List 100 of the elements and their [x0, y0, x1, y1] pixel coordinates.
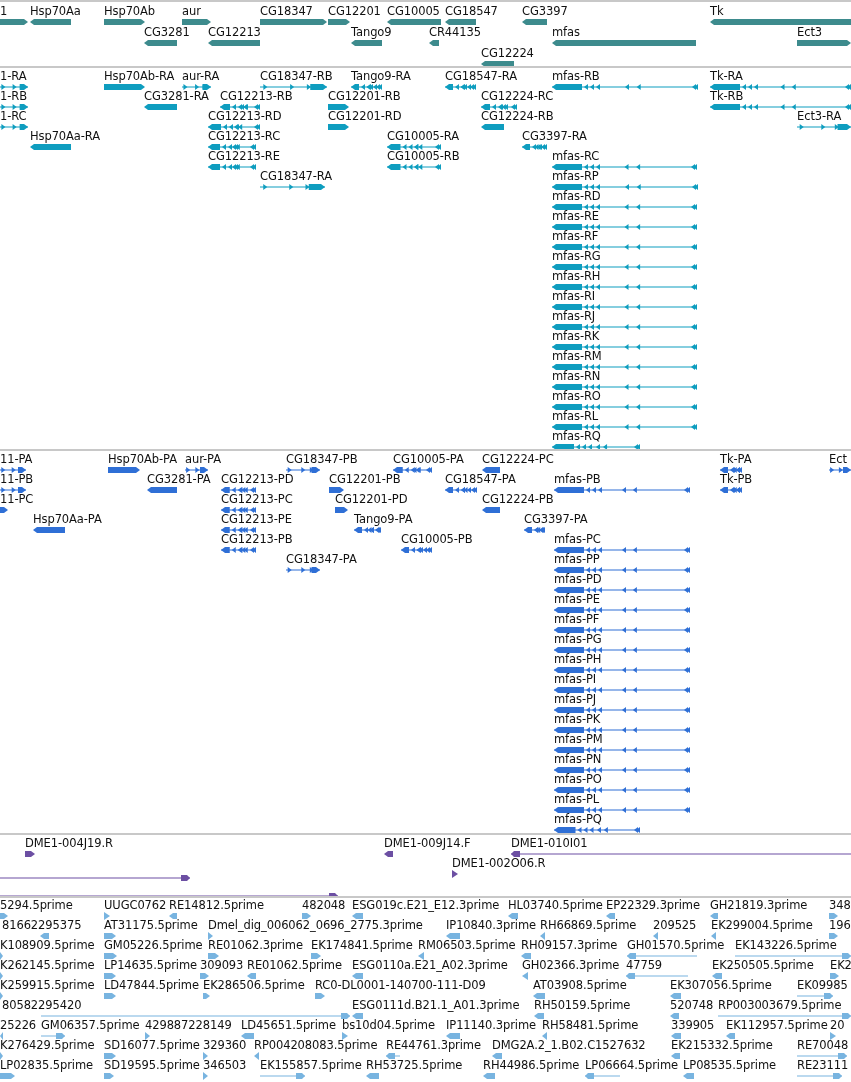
feature-label: CG12213-RC	[208, 130, 281, 143]
feature-label: mfas-PP	[554, 553, 600, 566]
feature-label: CG12213-PD	[221, 473, 294, 486]
feature-label: ESG0111d.B21.1_A01.3prime	[352, 999, 520, 1012]
feature-label: GM05226.5prime	[104, 939, 203, 952]
feature-label: Dmel_dig_006062_0696_2775.3prime	[208, 919, 423, 932]
feature-label: mfas-RB	[552, 70, 600, 83]
feature-label: 47759	[626, 959, 663, 972]
feature-label: RP003003679.5prime	[718, 999, 842, 1012]
feature-label: RH66869.5prime	[540, 919, 637, 932]
feature-label: RE70048	[797, 1039, 849, 1052]
feature-label: DME1-010I01	[511, 837, 588, 850]
feature-label: RH09157.3prime	[521, 939, 618, 952]
feature-label: mfas-PO	[554, 773, 602, 786]
feature-label: EK250505.5prime	[712, 959, 814, 972]
feature-label: 25226	[0, 1019, 37, 1032]
feature-label: 1-RA	[0, 70, 27, 83]
feature-label: mfas-RI	[552, 290, 596, 303]
feature-label: CG12213-RB	[220, 90, 293, 103]
feature-label: 348	[829, 899, 851, 912]
feature-label: EK09985	[797, 979, 848, 992]
feature-label: RE23111	[797, 1059, 849, 1072]
feature-label: GH01570.5prime	[627, 939, 725, 952]
feature-label: LD47844.5prime	[104, 979, 199, 992]
feature-label: CG3397-RA	[522, 130, 587, 143]
feature-label: aur-RA	[182, 70, 220, 83]
feature-label: mfas-RO	[552, 390, 601, 403]
feature-label: CG12201-PD	[335, 493, 408, 506]
feature-label: mfas-RC	[552, 150, 600, 163]
feature-label: mfas	[552, 26, 580, 39]
feature-label: mfas-RH	[552, 270, 601, 283]
feature-label: DME1-009J14.F	[384, 837, 471, 850]
feature-label: CG12213-PB	[221, 533, 293, 546]
feature-label: RH58481.5prime	[542, 1019, 639, 1032]
feature-label: mfas-RJ	[552, 310, 596, 323]
feature-label: 309093	[200, 959, 244, 972]
feature-label: CG12201-RB	[328, 90, 401, 103]
feature-label: Ect3-RA	[797, 110, 842, 123]
feature-label: EK112957.5prime	[726, 1019, 828, 1032]
feature-label: Tk	[710, 5, 724, 18]
feature-label: LP08535.5prime	[683, 1059, 776, 1072]
feature-label: mfas-RM	[552, 350, 602, 363]
feature-label: DMG2A.2_1.B02.C1527632	[492, 1039, 646, 1052]
feature-label: LP06664.5prime	[585, 1059, 678, 1072]
feature-label: CG18547-RA	[445, 70, 518, 83]
feature-label: mfas-RD	[552, 190, 601, 203]
feature-label: 11-PA	[0, 453, 33, 466]
feature-label: CG12213-PE	[221, 513, 292, 526]
feature-label: CR44135	[429, 26, 481, 39]
feature-label: 482048	[302, 899, 346, 912]
feature-label: mfas-RK	[552, 330, 600, 343]
feature-label: CG12201-PB	[329, 473, 401, 486]
feature-label: RC0-DL0001-140700-111-D09	[315, 979, 486, 992]
feature-label: CG3281-RA	[144, 90, 209, 103]
feature-label: CG18347	[260, 5, 313, 18]
feature-label: 429887228149	[145, 1019, 232, 1032]
feature-label: CG3397-PA	[524, 513, 588, 526]
feature-label: CG12224	[481, 47, 534, 60]
feature-label: K276429.5prime	[0, 1039, 95, 1052]
feature-label: mfas-RF	[552, 230, 599, 243]
feature-label: GM06357.5prime	[41, 1019, 140, 1032]
feature-label: mfas-PH	[554, 653, 602, 666]
feature-label: CG12224-RC	[481, 90, 554, 103]
feature-label: GH02366.3prime	[522, 959, 620, 972]
feature-label: 209525	[653, 919, 697, 932]
feature-label: CG18347-PA	[286, 553, 357, 566]
feature-label: mfas-PE	[554, 593, 600, 606]
feature-label: CG10005-RB	[387, 150, 460, 163]
feature-label: RH50159.5prime	[534, 999, 631, 1012]
feature-label: 80582295420	[2, 999, 82, 1012]
feature-label: mfas-PG	[554, 633, 602, 646]
feature-label: CG18547	[445, 5, 498, 18]
feature-label: ESG019c.E21_E12.3prime	[352, 899, 500, 912]
feature-label: EK2	[830, 959, 851, 972]
feature-label: 1-RB	[0, 90, 27, 103]
feature-label: K262145.5prime	[0, 959, 95, 972]
feature-label: CG12224-PB	[482, 493, 554, 506]
feature-label: EK174841.5prime	[311, 939, 413, 952]
feature-label: CG12201	[328, 5, 381, 18]
feature-label: 11-PC	[0, 493, 34, 506]
feature-label: Tango9-RA	[351, 70, 411, 83]
feature-label: CG3281-PA	[147, 473, 211, 486]
feature-label: Hsp70Ab	[104, 5, 156, 18]
feature-label: RE44761.3prime	[386, 1039, 481, 1052]
feature-label: CG3397	[522, 5, 568, 18]
feature-label: 329360	[203, 1039, 247, 1052]
feature-label: Ect	[829, 453, 847, 466]
feature-label: EK143226.5prime	[735, 939, 837, 952]
feature-label: CG12201-RD	[328, 110, 402, 123]
feature-label: LP02835.5prime	[0, 1059, 93, 1072]
feature-label: 196	[829, 919, 851, 932]
feature-label: AT03908.5prime	[533, 979, 627, 992]
feature-label: RE01062.5prime	[247, 959, 342, 972]
feature-label: EP22329.3prime	[606, 899, 700, 912]
feature-label: CG18547-PA	[445, 473, 516, 486]
feature-label: SD19595.5prime	[104, 1059, 200, 1072]
feature-label: 5294.5prime	[0, 899, 73, 912]
feature-label: EK307056.5prime	[670, 979, 772, 992]
feature-label: mfas-RL	[552, 410, 599, 423]
feature-label: Ect3	[797, 26, 822, 39]
